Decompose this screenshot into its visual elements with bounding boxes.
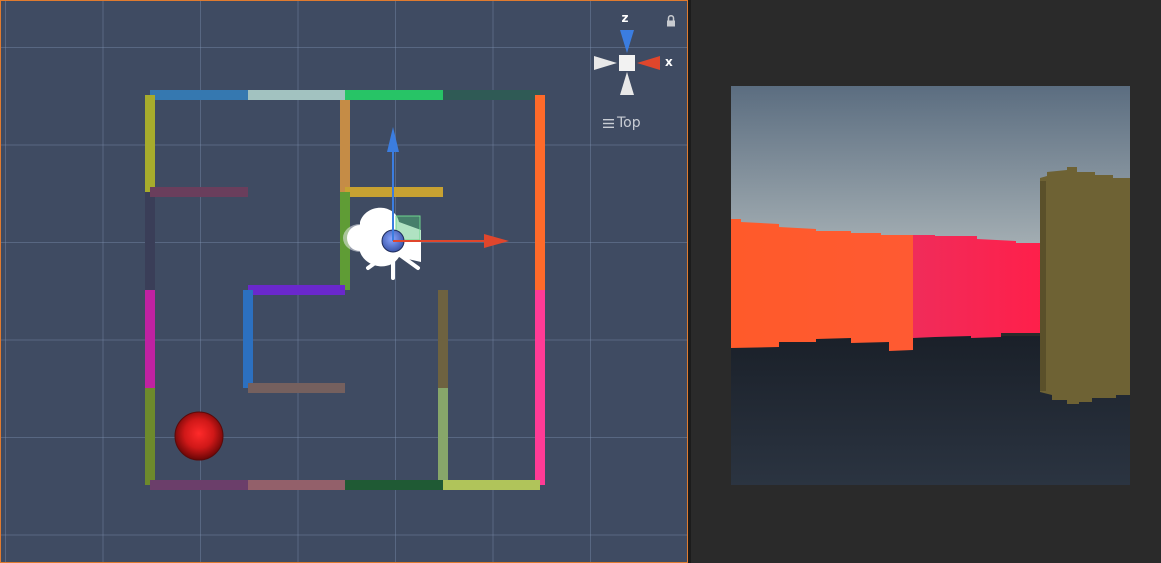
gizmo-x-label: x <box>665 55 673 69</box>
wall-olive-pillar <box>1040 167 1130 404</box>
maze-wall[interactable] <box>248 90 345 100</box>
maze-wall[interactable] <box>145 95 155 192</box>
scene-canvas[interactable]: z x <box>0 0 688 563</box>
maze-wall[interactable] <box>243 290 253 388</box>
gizmo-z-label: z <box>622 11 629 25</box>
menu-icon[interactable] <box>603 118 614 128</box>
maze-wall[interactable] <box>535 290 545 485</box>
wall-orange <box>731 219 913 351</box>
wall-olive-shade <box>1040 181 1046 391</box>
maze-wall[interactable] <box>145 192 155 290</box>
maze-wall[interactable] <box>345 90 443 100</box>
game-view[interactable] <box>691 0 1161 563</box>
maze-wall[interactable] <box>535 95 545 290</box>
wall-pink <box>913 235 1043 338</box>
orientation-gizmo[interactable] <box>594 30 660 95</box>
maze-wall[interactable] <box>438 290 448 388</box>
scene-view[interactable]: z x Top <box>0 0 688 563</box>
maze-wall[interactable] <box>438 388 448 480</box>
maze-wall[interactable] <box>248 383 345 393</box>
maze-wall[interactable] <box>340 100 350 192</box>
lock-icon[interactable] <box>667 15 675 27</box>
maze-wall[interactable] <box>150 187 248 197</box>
game-viewport[interactable] <box>731 86 1130 485</box>
maze-wall[interactable] <box>145 388 155 485</box>
maze-wall[interactable] <box>345 480 443 490</box>
maze-wall[interactable] <box>248 480 345 490</box>
maze-wall[interactable] <box>443 90 540 100</box>
view-orientation-label[interactable]: Top <box>603 115 641 131</box>
maze-wall[interactable] <box>145 290 155 388</box>
maze-wall[interactable] <box>150 480 248 490</box>
maze-wall[interactable] <box>150 90 248 100</box>
view-label: Top <box>617 115 641 131</box>
maze-wall[interactable] <box>248 285 345 295</box>
red-ball[interactable] <box>174 411 224 461</box>
maze-wall[interactable] <box>443 480 540 490</box>
